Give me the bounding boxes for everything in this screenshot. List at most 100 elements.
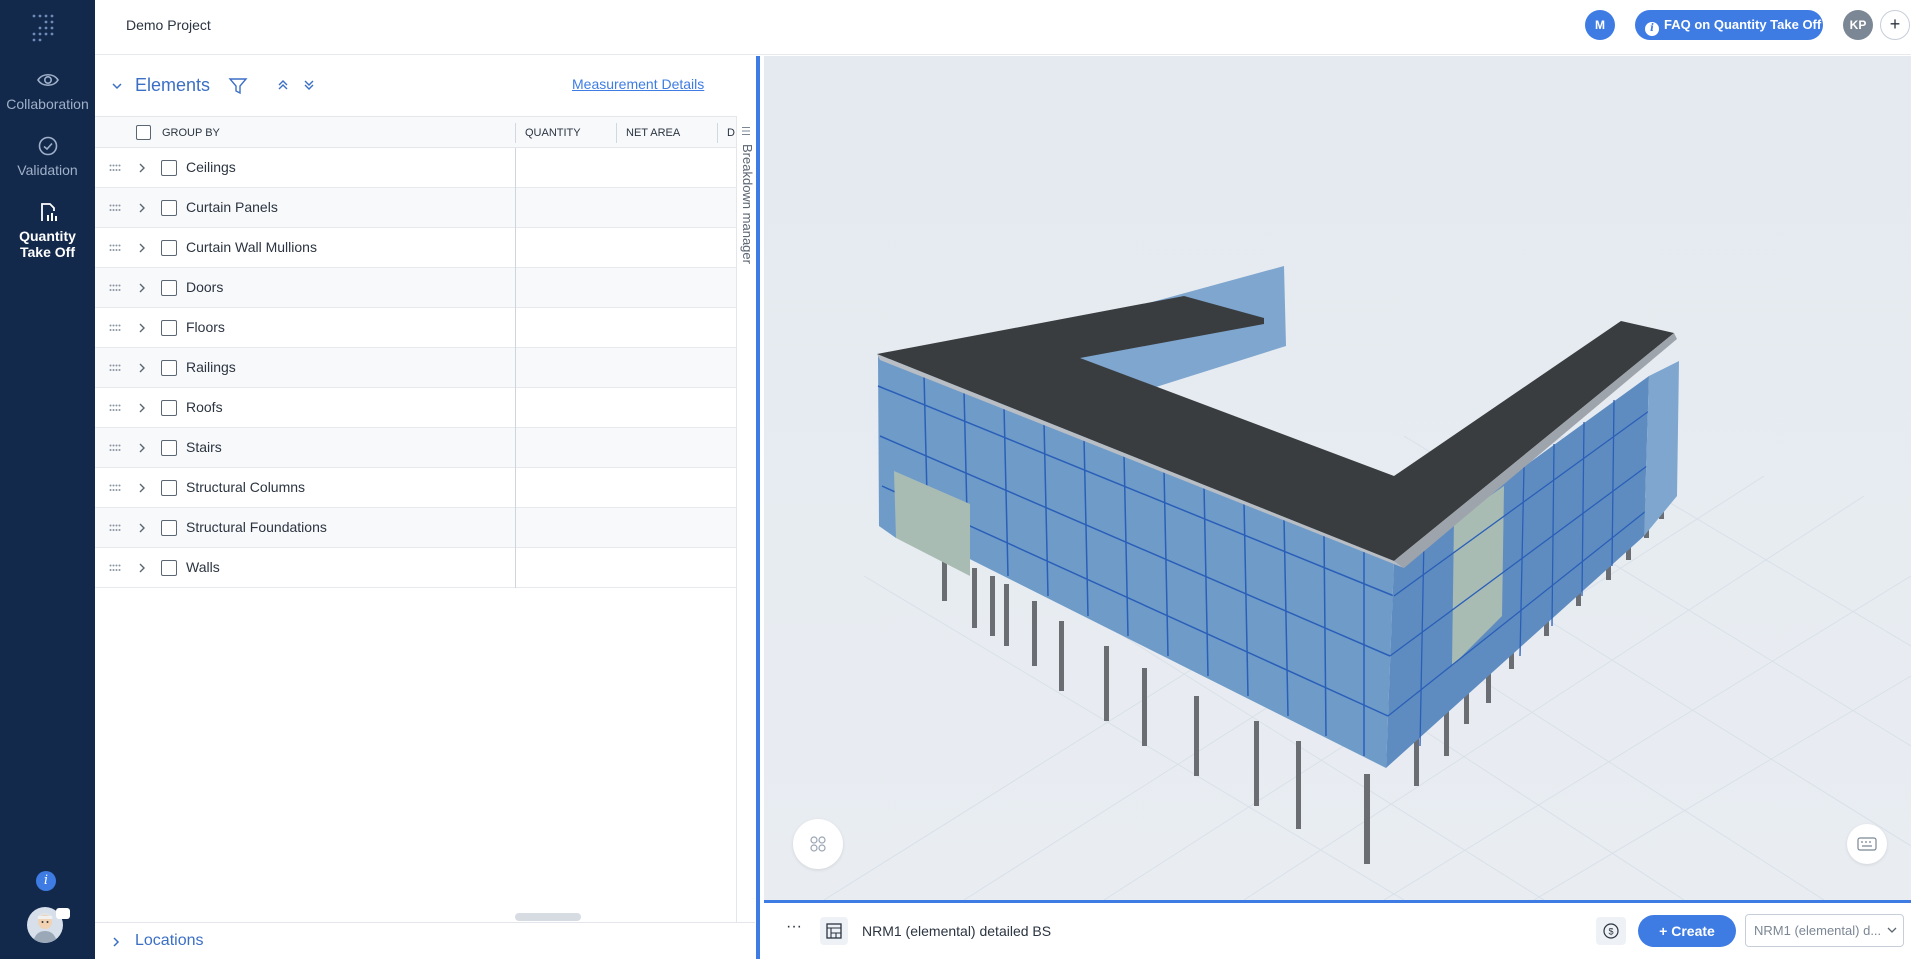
app-logo-icon[interactable] <box>30 12 60 42</box>
avatar-m[interactable]: M <box>1585 10 1615 40</box>
drag-handle-icon[interactable] <box>109 244 121 252</box>
create-button[interactable]: + Create <box>1638 915 1736 947</box>
row-checkbox[interactable] <box>161 280 177 296</box>
column-divider[interactable] <box>616 123 617 143</box>
breakdown-structure-title: NRM1 (elemental) detailed BS <box>862 923 1052 939</box>
cost-button[interactable]: $ <box>1596 917 1626 945</box>
chevron-right-icon[interactable] <box>137 282 147 294</box>
table-row[interactable]: Ceilings <box>95 148 736 188</box>
more-options-button[interactable]: ··· <box>786 918 802 936</box>
facade-north-east <box>1644 361 1679 536</box>
table-row[interactable]: Structural Foundations <box>95 508 736 548</box>
drag-handle-icon[interactable] <box>109 364 121 372</box>
filter-icon[interactable] <box>228 76 248 96</box>
table-row[interactable]: Walls <box>95 548 736 588</box>
table-row[interactable]: Stairs <box>95 428 736 468</box>
nav-label-quantity-take-off: Quantity Take Off <box>19 228 76 260</box>
chevron-right-icon[interactable] <box>137 522 147 534</box>
drag-handle-icon[interactable] <box>109 524 121 532</box>
breakdown-manager-label: Breakdown manager <box>740 144 755 264</box>
chat-bubble-icon <box>56 908 70 919</box>
drag-handle-icon[interactable] <box>109 444 121 452</box>
model-viewer[interactable] <box>764 56 1911 900</box>
drag-handle-icon[interactable] <box>109 564 121 572</box>
chevron-down-icon[interactable] <box>111 80 123 92</box>
chevron-right-icon[interactable] <box>137 442 147 454</box>
nav-item-quantity-take-off[interactable]: Quantity Take Off <box>0 200 95 260</box>
row-checkbox[interactable] <box>161 360 177 376</box>
column-divider[interactable] <box>515 123 516 143</box>
table-row[interactable]: Curtain Panels <box>95 188 736 228</box>
row-label: Ceilings <box>186 159 236 175</box>
drag-handle-icon[interactable] <box>109 404 121 412</box>
chevron-right-icon[interactable] <box>137 162 147 174</box>
chevron-right-icon[interactable] <box>137 482 147 494</box>
row-checkbox[interactable] <box>161 560 177 576</box>
table-icon[interactable] <box>820 917 848 945</box>
nav-item-collaboration[interactable]: Collaboration <box>0 68 95 112</box>
table-row[interactable]: Floors <box>95 308 736 348</box>
chevron-right-icon[interactable] <box>137 362 147 374</box>
breakdown-structure-select[interactable]: NRM1 (elemental) d... <box>1745 914 1904 947</box>
table-row[interactable]: Structural Columns <box>95 468 736 508</box>
horizontal-scrollbar[interactable] <box>515 913 581 921</box>
keyboard-icon <box>1857 837 1877 851</box>
bottom-bar: ··· NRM1 (elemental) detailed BS $ + Cre… <box>764 900 1911 959</box>
avatar-kp[interactable]: KP <box>1843 10 1873 40</box>
chevron-right-icon[interactable] <box>137 562 147 574</box>
keyboard-shortcuts-button[interactable] <box>1847 824 1887 864</box>
dollar-circle-icon: $ <box>1603 923 1619 939</box>
collapse-all-icon[interactable] <box>276 78 290 92</box>
column-divider <box>515 228 516 268</box>
faq-button-label: FAQ on Quantity Take Off <box>1664 17 1822 32</box>
building-model[interactable] <box>764 56 1911 900</box>
row-checkbox[interactable] <box>161 520 177 536</box>
select-all-checkbox[interactable] <box>136 125 151 140</box>
column-header-group-by[interactable]: GROUP BY <box>162 127 220 139</box>
column-header-quantity[interactable]: QUANTITY <box>525 127 581 139</box>
table-row[interactable]: Roofs <box>95 388 736 428</box>
row-checkbox[interactable] <box>161 200 177 216</box>
chevron-right-icon[interactable] <box>137 242 147 254</box>
chevron-right-icon[interactable] <box>137 322 147 334</box>
nav-item-validation[interactable]: Validation <box>0 134 95 178</box>
add-member-button[interactable]: + <box>1880 10 1910 40</box>
project-name[interactable]: Demo Project <box>126 17 211 33</box>
row-checkbox[interactable] <box>161 160 177 176</box>
column-divider <box>515 308 516 348</box>
view-cube-button[interactable] <box>793 819 843 869</box>
chevron-right-icon[interactable] <box>137 402 147 414</box>
locations-section[interactable]: Locations <box>95 922 755 959</box>
table-header: GROUP BY QUANTITY NET AREA D <box>95 116 736 148</box>
table-row[interactable]: Curtain Wall Mullions <box>95 228 736 268</box>
row-label: Curtain Panels <box>186 199 278 215</box>
row-checkbox[interactable] <box>161 480 177 496</box>
select-value: NRM1 (elemental) d... <box>1754 923 1882 938</box>
elements-title[interactable]: Elements <box>135 75 210 96</box>
row-label: Floors <box>186 319 225 335</box>
info-icon[interactable]: i <box>36 871 56 891</box>
table-row[interactable]: Doors <box>95 268 736 308</box>
row-label: Stairs <box>186 439 222 455</box>
row-label: Walls <box>186 559 220 575</box>
drag-handle-icon[interactable] <box>109 484 121 492</box>
measurement-details-link[interactable]: Measurement Details <box>572 76 704 92</box>
faq-button[interactable]: i FAQ on Quantity Take Off <box>1635 10 1823 40</box>
column-header-net-area[interactable]: NET AREA <box>626 127 680 139</box>
table-row[interactable]: Railings <box>95 348 736 388</box>
row-label: Structural Foundations <box>186 519 327 535</box>
expand-all-icon[interactable] <box>302 78 316 92</box>
breakdown-manager-tab[interactable]: Breakdown manager <box>736 116 755 959</box>
row-checkbox[interactable] <box>161 240 177 256</box>
drag-handle-icon[interactable] <box>109 284 121 292</box>
column-divider[interactable] <box>717 123 718 143</box>
chevron-right-icon[interactable] <box>137 202 147 214</box>
drag-handle-icon[interactable] <box>109 164 121 172</box>
row-checkbox[interactable] <box>161 440 177 456</box>
row-checkbox[interactable] <box>161 320 177 336</box>
drag-handle-icon[interactable] <box>109 204 121 212</box>
column-header-d[interactable]: D <box>727 127 735 139</box>
row-checkbox[interactable] <box>161 400 177 416</box>
chevron-right-icon[interactable] <box>111 936 121 948</box>
drag-handle-icon[interactable] <box>109 324 121 332</box>
